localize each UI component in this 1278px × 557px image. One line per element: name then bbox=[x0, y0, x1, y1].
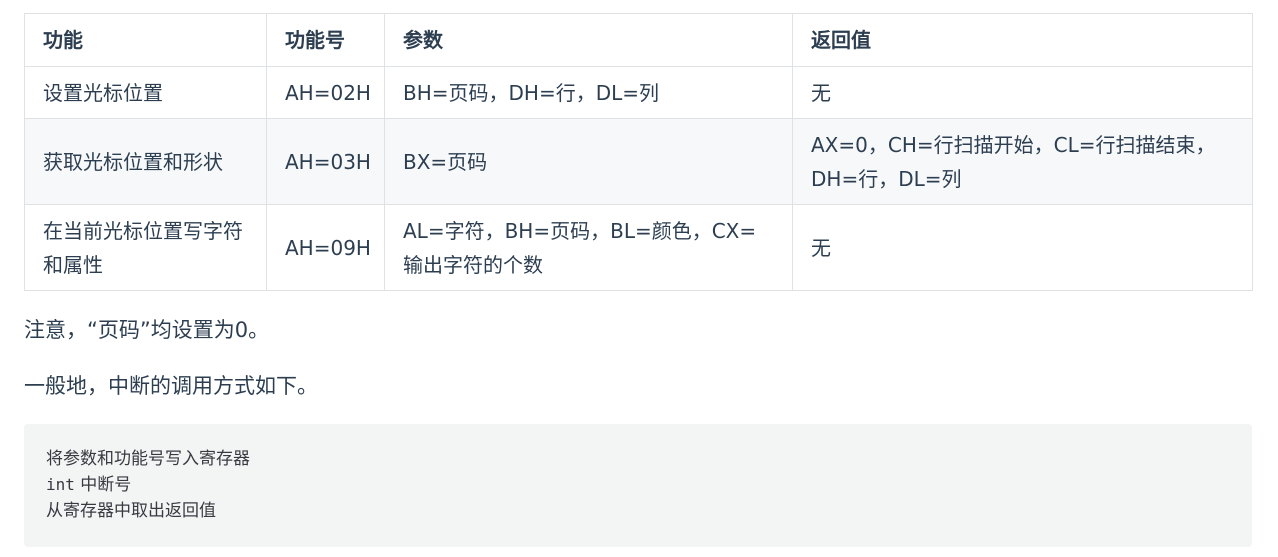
code-text: 中断号 bbox=[74, 475, 132, 495]
bios-interrupt-table: 功能 功能号 参数 返回值 设置光标位置 AH=02H BH=页码，DH=行，D… bbox=[24, 13, 1253, 291]
cell-function: 在当前光标位置写字符和属性 bbox=[24, 204, 267, 291]
cell-function: 获取光标位置和形状 bbox=[24, 118, 267, 205]
cell-parameters: BX=页码 bbox=[384, 118, 793, 205]
code-keyword: int bbox=[46, 475, 75, 494]
cell-parameters: AL=字符，BH=页码，BL=颜色，CX=输出字符的个数 bbox=[384, 204, 793, 291]
table-row: 获取光标位置和形状 AH=03H BX=页码 AX=0，CH=行扫描开始，CL=… bbox=[24, 118, 1253, 205]
header-function: 功能 bbox=[24, 13, 267, 67]
header-function-number: 功能号 bbox=[266, 13, 385, 67]
header-parameters: 参数 bbox=[384, 13, 793, 67]
page-number-note: 注意，“页码”均设置为0。 bbox=[24, 318, 270, 342]
cell-return-value: 无 bbox=[792, 66, 1253, 119]
cell-return-value: AX=0，CH=行扫描开始，CL=行扫描结束，DH=行，DL=列 bbox=[792, 118, 1253, 205]
cell-function-number: AH=02H bbox=[266, 66, 385, 119]
interrupt-usage-note: 一般地，中断的调用方式如下。 bbox=[24, 374, 318, 398]
cell-function-number: AH=03H bbox=[266, 118, 385, 205]
table-row: 设置光标位置 AH=02H BH=页码，DH=行，DL=列 无 bbox=[24, 66, 1253, 119]
header-return-value: 返回值 bbox=[792, 13, 1253, 67]
cell-parameters: BH=页码，DH=行，DL=列 bbox=[384, 66, 793, 119]
code-line: int 中断号 bbox=[46, 472, 1230, 498]
cell-function: 设置光标位置 bbox=[24, 66, 267, 119]
document-content: 功能 功能号 参数 返回值 设置光标位置 AH=02H BH=页码，DH=行，D… bbox=[24, 13, 1253, 547]
code-line: 从寄存器中取出返回值 bbox=[46, 501, 216, 521]
cell-function-number: AH=09H bbox=[266, 204, 385, 291]
table-header-row: 功能 功能号 参数 返回值 bbox=[24, 13, 1253, 67]
code-block: 将参数和功能号写入寄存器 int 中断号 从寄存器中取出返回值 bbox=[24, 424, 1252, 547]
cell-return-value: 无 bbox=[792, 204, 1253, 291]
table-row: 在当前光标位置写字符和属性 AH=09H AL=字符，BH=页码，BL=颜色，C… bbox=[24, 204, 1253, 291]
code-line: 将参数和功能号写入寄存器 bbox=[46, 449, 250, 469]
